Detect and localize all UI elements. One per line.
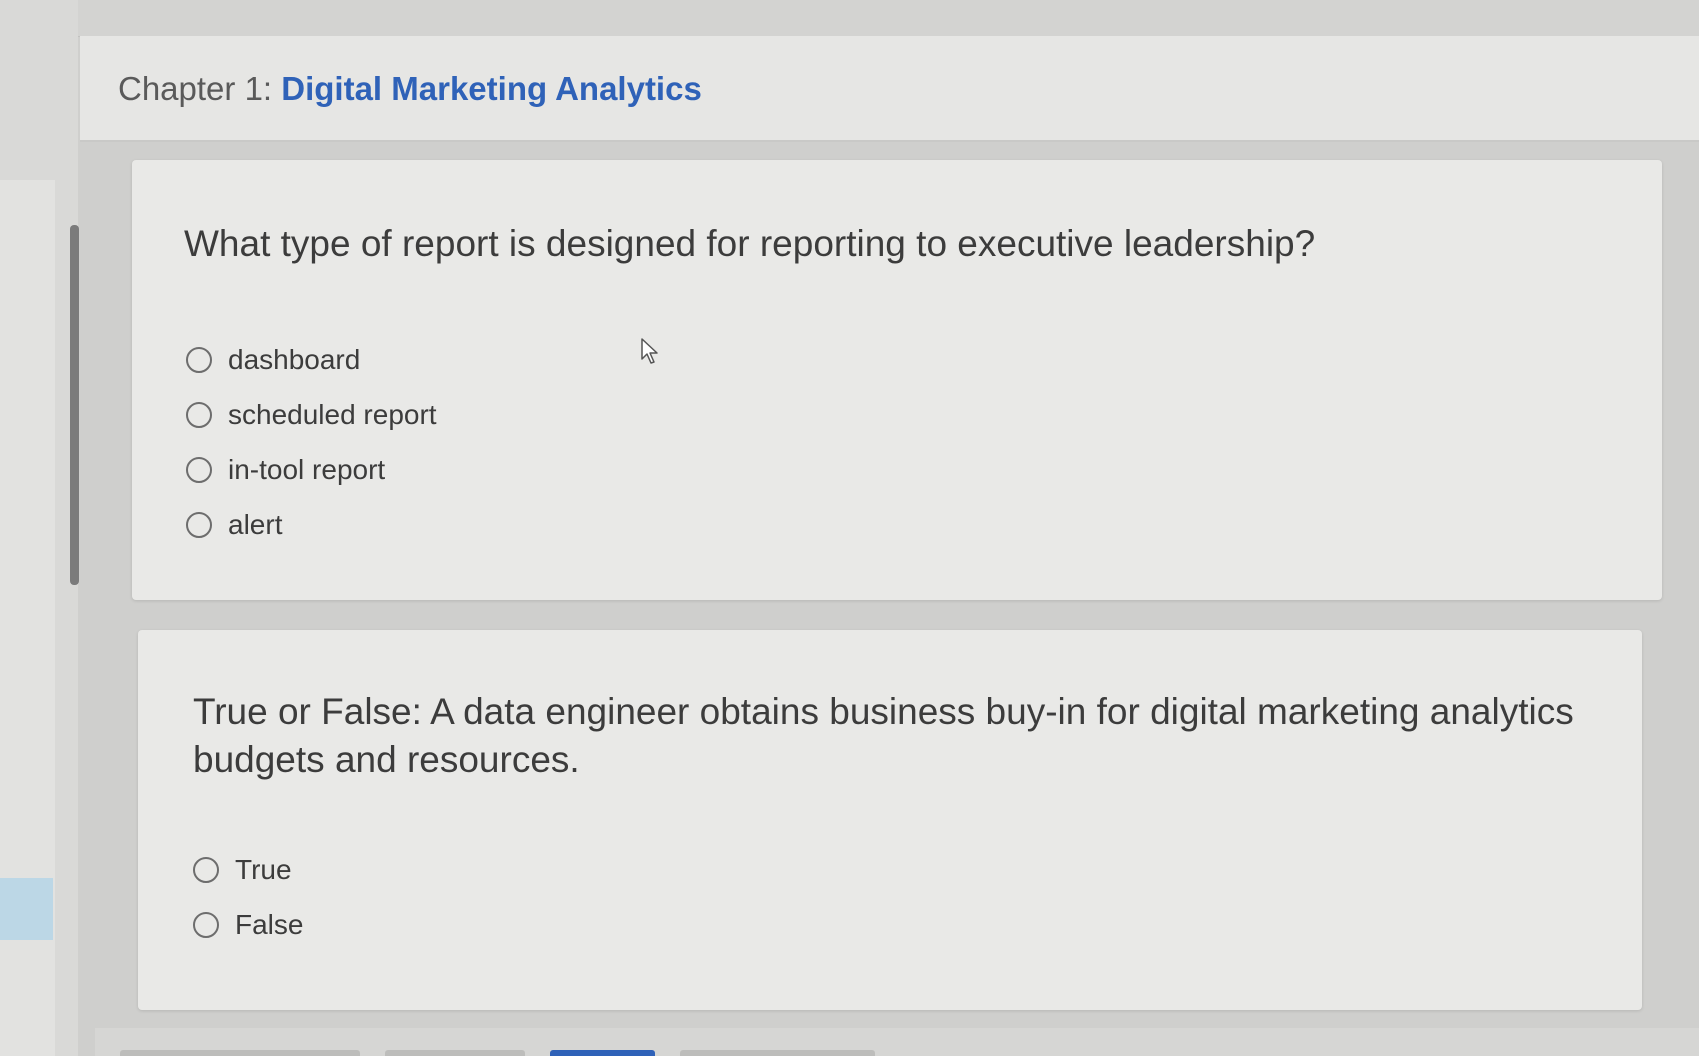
answer-option-label: in-tool report [228,453,386,485]
question-card-2: True or False: A data engineer obtains b… [138,630,1642,1010]
chapter-header: Chapter 1: Digital Marketing Analytics [80,36,1699,142]
bottom-tab[interactable] [120,1050,360,1056]
answer-option-label: scheduled report [228,398,437,430]
answer-options: True False [193,842,303,952]
radio-unchecked-icon[interactable] [193,911,219,938]
answer-option[interactable]: in-tool report [186,442,437,497]
bottom-tab-bar [95,1028,1699,1056]
radio-unchecked-icon[interactable] [186,456,212,483]
chapter-title: Digital Marketing Analytics [281,70,702,107]
question-text: True or False: A data engineer obtains b… [193,691,1574,780]
bottom-tab-active[interactable] [550,1050,655,1056]
answer-option[interactable]: True [193,842,303,897]
answer-option-label: True [235,853,292,885]
radio-unchecked-icon[interactable] [186,511,212,538]
answer-option[interactable]: scheduled report [186,387,437,442]
chapter-prefix: Chapter 1: [118,70,282,107]
question-card-1: What type of report is designed for repo… [132,160,1662,600]
left-nav-active-item[interactable] [0,878,53,940]
radio-unchecked-icon[interactable] [186,346,212,373]
answer-option-label: False [235,908,304,940]
answer-option[interactable]: dashboard [186,332,437,387]
chapter-heading: Chapter 1: Digital Marketing Analytics [118,70,702,108]
answer-option[interactable]: alert [186,497,437,552]
top-toolbar [78,0,1699,37]
bottom-tab[interactable] [385,1050,525,1056]
mouse-pointer-icon [641,338,658,364]
radio-unchecked-icon[interactable] [186,401,212,428]
answer-option-label: alert [228,508,283,540]
answer-option[interactable]: False [193,897,303,952]
scrollbar[interactable] [70,225,79,585]
bottom-tab[interactable] [680,1050,875,1056]
radio-unchecked-icon[interactable] [193,856,219,883]
answer-options: dashboard scheduled report in-tool repor… [186,332,437,552]
question-text: What type of report is designed for repo… [184,223,1316,264]
answer-option-label: dashboard [228,343,361,375]
